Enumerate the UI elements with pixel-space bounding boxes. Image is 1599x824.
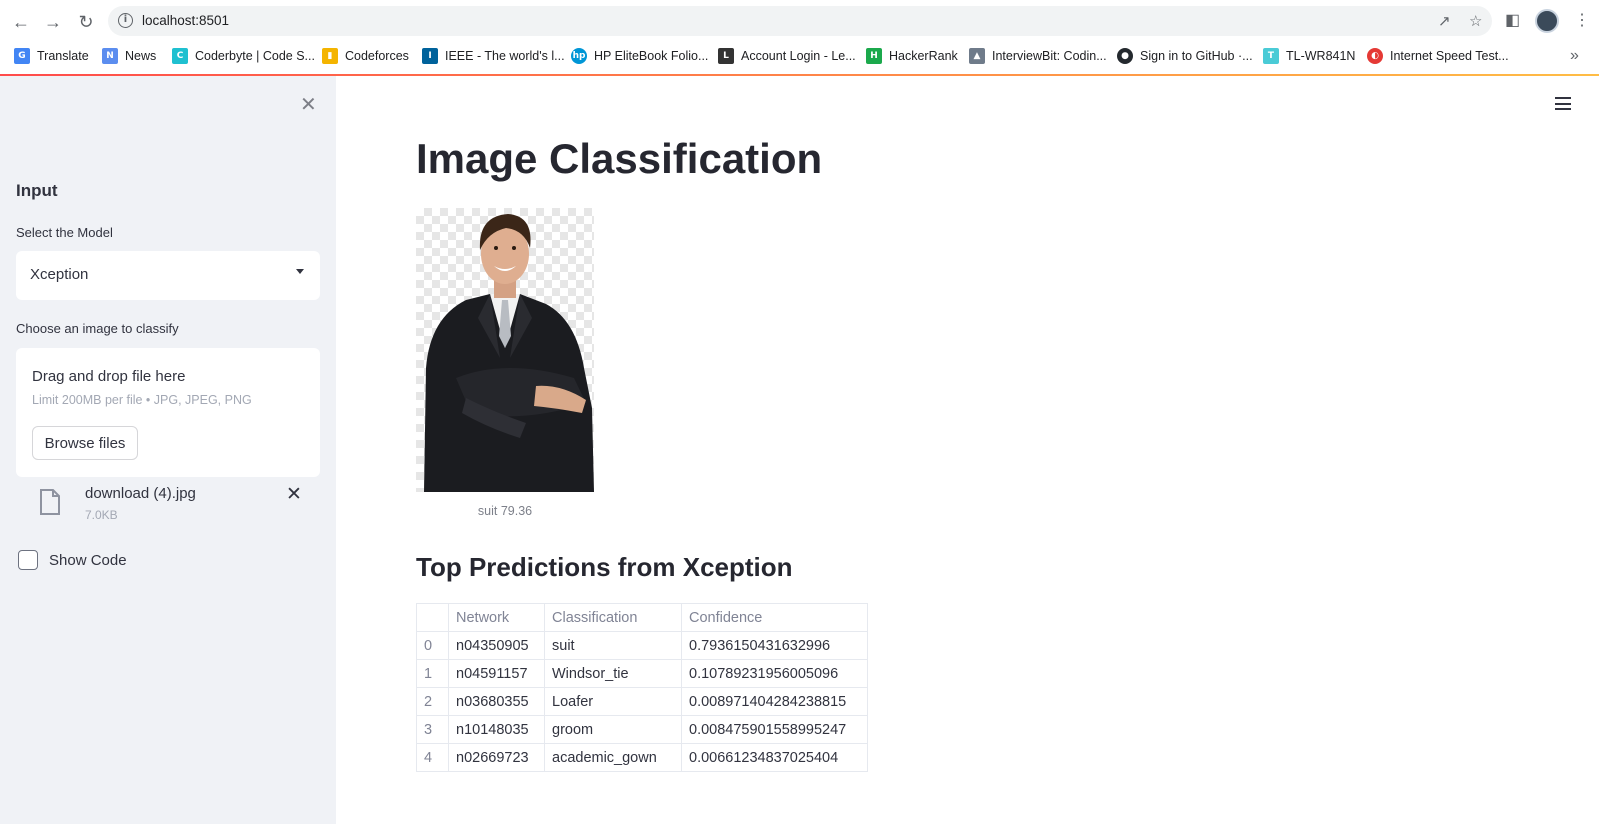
bookmark-coderbyte[interactable]: C Coderbyte | Code S... — [172, 48, 315, 64]
leetcode-icon: L — [718, 48, 734, 64]
profile-avatar[interactable] — [1535, 9, 1559, 33]
table-row: 4 n02669723 academic_gown 0.006612348370… — [416, 743, 868, 772]
side-panel-icon[interactable]: ◧ — [1505, 10, 1520, 30]
hp-icon: hp — [571, 48, 587, 64]
bookmark-translate[interactable]: G Translate — [14, 48, 89, 64]
classification-cell: Windsor_tie — [544, 659, 682, 688]
back-icon[interactable]: ← — [10, 11, 32, 33]
sidebar-heading: Input — [16, 181, 58, 200]
forward-icon[interactable]: → — [42, 11, 64, 33]
bookmark-hackerrank[interactable]: H HackerRank — [866, 48, 958, 64]
row-index: 0 — [416, 631, 449, 660]
confidence-cell: 0.00661234837025404 — [681, 743, 868, 772]
more-options-icon[interactable]: ⋮ — [1574, 10, 1590, 30]
file-size: 7.0KB — [85, 508, 118, 522]
ieee-icon: I — [422, 48, 438, 64]
show-code-checkbox-row[interactable]: Show Code — [18, 550, 127, 570]
hackerrank-icon: H — [866, 48, 882, 64]
model-select-value: Xception — [30, 266, 89, 283]
url-text[interactable]: localhost:8501 — [142, 13, 229, 28]
bookmark-codeforces[interactable]: ▮ Codeforces — [322, 48, 409, 64]
tplink-icon: T — [1263, 48, 1279, 64]
table-row: 1 n04591157 Windsor_tie 0.10789231956005… — [416, 659, 868, 688]
row-index: 4 — [416, 743, 449, 772]
row-index: 3 — [416, 715, 449, 744]
confidence-cell: 0.7936150431632996 — [681, 631, 868, 660]
bookmark-speedtest[interactable]: ◐ Internet Speed Test... — [1367, 48, 1509, 64]
bookmark-account-login[interactable]: L Account Login - Le... — [718, 48, 856, 64]
classification-cell: groom — [544, 715, 682, 744]
star-icon[interactable]: ☆ — [1469, 12, 1482, 30]
column-header-classification[interactable]: Classification — [544, 603, 682, 632]
site-info-icon[interactable]: i — [118, 13, 133, 28]
google-translate-icon: G — [14, 48, 30, 64]
classification-cell: Loafer — [544, 687, 682, 716]
classified-image — [416, 208, 594, 492]
file-icon — [40, 489, 60, 515]
column-header-network[interactable]: Network — [448, 603, 545, 632]
model-select[interactable]: Xception — [16, 251, 320, 300]
browse-files-button[interactable]: Browse files — [32, 426, 138, 460]
uploader-label: Choose an image to classify — [16, 321, 179, 336]
bookmark-news[interactable]: N News — [102, 48, 156, 64]
show-code-checkbox[interactable] — [18, 550, 38, 570]
dropzone-title: Drag and drop file here — [32, 368, 186, 385]
bookmark-hp[interactable]: hp HP EliteBook Folio... — [571, 48, 708, 64]
close-sidebar-icon[interactable]: ✕ — [300, 92, 317, 117]
bookmark-tplink[interactable]: T TL-WR841N — [1263, 48, 1355, 64]
address-bar[interactable]: i localhost:8501 ↗ ☆ — [108, 6, 1492, 36]
confidence-cell: 0.10789231956005096 — [681, 659, 868, 688]
codeforces-icon: ▮ — [322, 48, 338, 64]
classification-cell: academic_gown — [544, 743, 682, 772]
row-index: 1 — [416, 659, 449, 688]
predictions-table: Network Classification Confidence 0 n043… — [416, 603, 868, 772]
table-row: 3 n10148035 groom 0.008475901558995247 — [416, 715, 868, 744]
remove-file-icon[interactable]: ✕ — [286, 483, 302, 506]
model-select-label: Select the Model — [16, 225, 113, 240]
table-header-row: Network Classification Confidence — [416, 603, 868, 632]
column-header-index[interactable] — [416, 603, 449, 632]
classification-cell: suit — [544, 631, 682, 660]
confidence-cell: 0.008475901558995247 — [681, 715, 868, 744]
interviewbit-icon: ▲ — [969, 48, 985, 64]
hamburger-menu-icon[interactable] — [1555, 97, 1571, 110]
speedtest-icon: ◐ — [1367, 48, 1383, 64]
uploaded-file: download (4).jpg 7.0KB ✕ — [16, 481, 320, 527]
chevron-down-icon — [296, 269, 304, 274]
dropzone-limit: Limit 200MB per file • JPG, JPEG, PNG — [32, 393, 252, 407]
bookmark-interviewbit[interactable]: ▲ InterviewBit: Codin... — [969, 48, 1107, 64]
confidence-cell: 0.008971404284238815 — [681, 687, 868, 716]
reload-icon[interactable]: ↻ — [75, 11, 97, 33]
column-header-confidence[interactable]: Confidence — [681, 603, 868, 632]
network-cell: n02669723 — [448, 743, 545, 772]
file-dropzone[interactable]: Drag and drop file here Limit 200MB per … — [16, 348, 320, 477]
google-news-icon: N — [102, 48, 118, 64]
share-icon[interactable]: ↗ — [1438, 12, 1451, 30]
sidebar: ✕ Input Select the Model Xception Choose… — [0, 76, 336, 824]
table-row: 2 n03680355 Loafer 0.008971404284238815 — [416, 687, 868, 716]
bookmark-github[interactable]: ● Sign in to GitHub ·... — [1117, 48, 1253, 64]
browser-toolbar: ← → ↻ i localhost:8501 ↗ ☆ ◧ ⋮ — [0, 0, 1599, 42]
network-cell: n10148035 — [448, 715, 545, 744]
row-index: 2 — [416, 687, 449, 716]
network-cell: n03680355 — [448, 687, 545, 716]
bookmarks-overflow-icon[interactable]: » — [1570, 47, 1579, 65]
coderbyte-icon: C — [172, 48, 188, 64]
image-caption: suit 79.36 — [477, 504, 533, 518]
bookmark-ieee[interactable]: I IEEE - The world's l... — [422, 48, 565, 64]
table-row: 0 n04350905 suit 0.7936150431632996 — [416, 631, 868, 660]
show-code-label[interactable]: Show Code — [49, 552, 127, 569]
predictions-heading: Top Predictions from Xception — [416, 552, 793, 582]
network-cell: n04591157 — [448, 659, 545, 688]
person-in-suit-image — [424, 214, 594, 492]
github-icon: ● — [1117, 48, 1133, 64]
file-name: download (4).jpg — [85, 485, 196, 502]
page-title: Image Classification — [416, 135, 823, 182]
network-cell: n04350905 — [448, 631, 545, 660]
bookmarks-bar: G Translate N News C Coderbyte | Code S... … — [0, 42, 1599, 74]
